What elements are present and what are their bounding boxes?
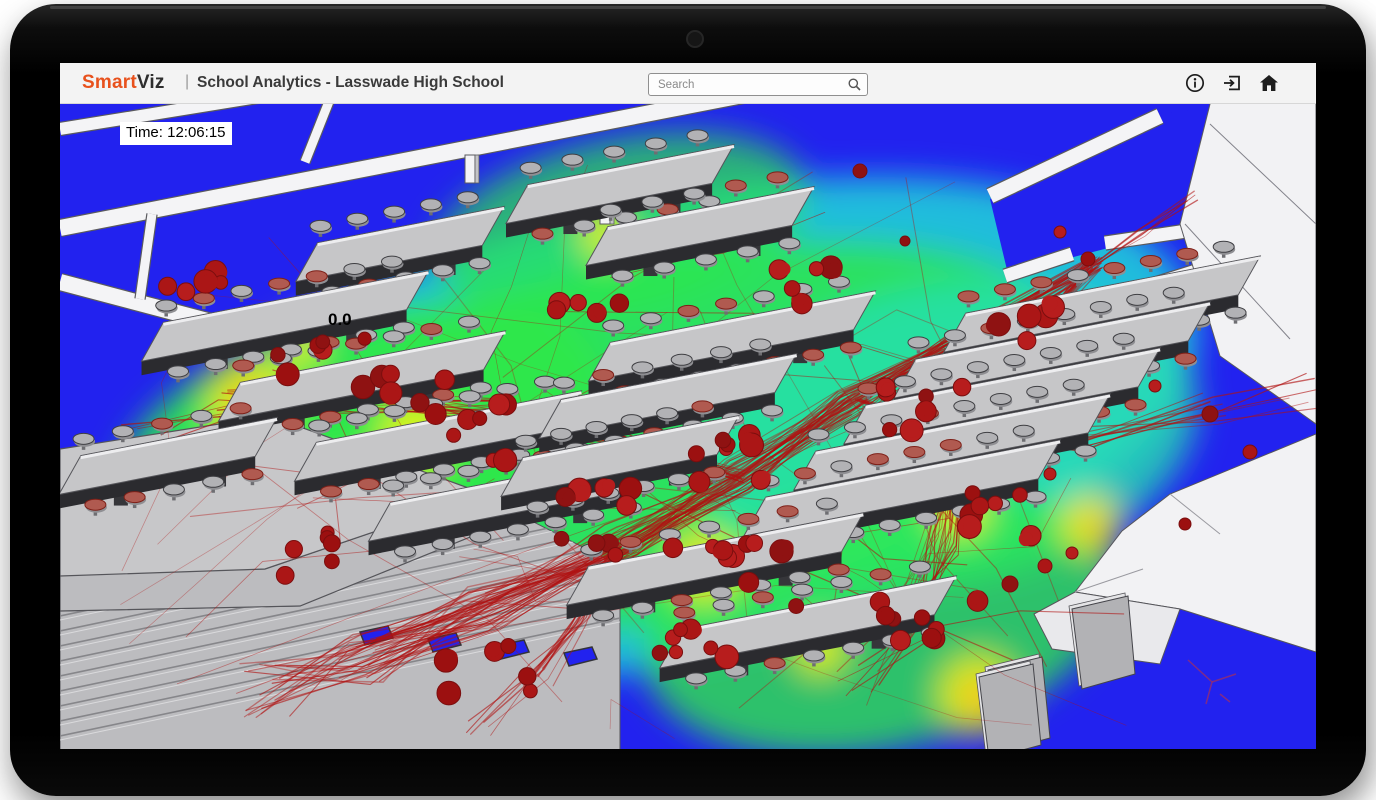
header-icons <box>1184 72 1280 94</box>
app-window: SmartViz | School Analytics - Lasswade H… <box>60 63 1316 749</box>
simulation-canvas <box>60 104 1316 749</box>
logo-part2: Viz <box>137 72 165 93</box>
home-icon[interactable] <box>1258 72 1280 94</box>
search-icon[interactable] <box>847 77 862 92</box>
search-input[interactable] <box>656 75 840 94</box>
time-label: Time: 12:06:15 <box>120 122 232 145</box>
page-title: School Analytics - Lasswade High School <box>197 74 504 92</box>
table-value-label: 0.0 <box>328 310 352 330</box>
search-box[interactable] <box>648 73 868 96</box>
camera-dot <box>686 30 704 48</box>
header-separator: | <box>185 73 189 91</box>
viewport-3d[interactable]: Time: 12:06:15 0.0 <box>60 104 1316 749</box>
exit-icon[interactable] <box>1221 72 1243 94</box>
page-background: SmartViz | School Analytics - Lasswade H… <box>0 0 1376 800</box>
logo-part1: Smart <box>82 72 137 93</box>
app-header: SmartViz | School Analytics - Lasswade H… <box>60 63 1316 104</box>
info-icon[interactable] <box>1184 72 1206 94</box>
app-logo: SmartViz <box>82 72 165 94</box>
